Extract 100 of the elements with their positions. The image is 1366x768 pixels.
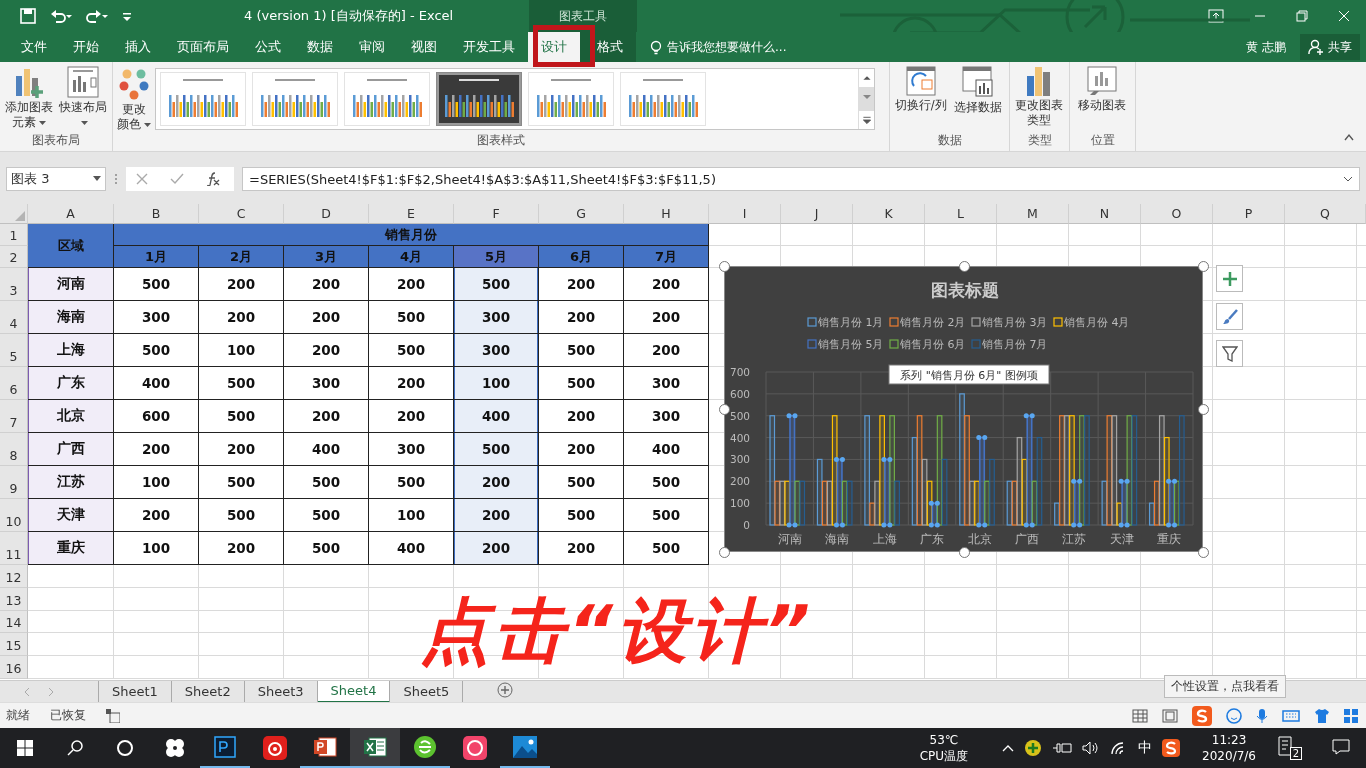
bar[interactable] xyxy=(964,415,970,526)
microphone-icon[interactable] xyxy=(1256,707,1268,724)
share-button[interactable]: 共享 xyxy=(1300,34,1360,60)
series-selection-handles[interactable] xyxy=(786,413,1178,528)
resize-handle[interactable] xyxy=(1198,404,1209,415)
bar[interactable] xyxy=(959,393,965,526)
ribbon-tab[interactable]: 页面布局 xyxy=(164,32,242,62)
redo-icon[interactable] xyxy=(86,8,108,24)
show-hidden-icons-icon[interactable] xyxy=(1002,744,1015,752)
bar[interactable] xyxy=(921,458,928,526)
ribbon-tab[interactable]: 公式 xyxy=(242,32,294,62)
ribbon-tab[interactable]: 设计 xyxy=(528,32,580,62)
resize-handle[interactable] xyxy=(719,547,730,558)
input-method-indicator[interactable]: 中 xyxy=(1138,739,1153,757)
ribbon-tab[interactable]: 文件 xyxy=(8,32,60,62)
cancel-icon[interactable] xyxy=(136,173,148,185)
bar[interactable] xyxy=(1106,415,1113,526)
function-icon[interactable] xyxy=(206,172,220,186)
restore-icon[interactable] xyxy=(1296,10,1308,22)
bar[interactable] xyxy=(1126,415,1133,526)
ribbon-tab[interactable]: 开始 xyxy=(60,32,112,62)
add-chart-element-button[interactable]: 添加图表元素 xyxy=(4,66,55,130)
bar[interactable] xyxy=(774,480,781,526)
bar[interactable] xyxy=(1059,415,1065,526)
change-colors-button[interactable]: 更改颜色 xyxy=(117,66,151,132)
bar[interactable] xyxy=(836,458,843,526)
bar[interactable] xyxy=(794,480,801,526)
legend-entry[interactable]: 销售月份 1月 xyxy=(807,316,884,329)
ribbon-tab[interactable]: 开发工具 xyxy=(450,32,528,62)
resize-handle[interactable] xyxy=(958,547,970,558)
legend-entry[interactable]: 销售月份 6月 xyxy=(889,338,966,351)
bar[interactable] xyxy=(1073,480,1080,526)
bar[interactable] xyxy=(911,436,918,526)
bar[interactable] xyxy=(779,480,786,526)
bar[interactable] xyxy=(941,458,948,526)
volume-icon[interactable] xyxy=(1082,741,1101,755)
bar[interactable] xyxy=(1036,436,1043,526)
ribbon-tab[interactable]: 视图 xyxy=(398,32,450,62)
chart-filters-button[interactable] xyxy=(1216,340,1243,367)
bar[interactable] xyxy=(1153,480,1160,526)
chart-styles-button[interactable] xyxy=(1216,303,1243,330)
bar[interactable] xyxy=(821,480,828,526)
legend-entry[interactable]: 销售月份 4月 xyxy=(1053,316,1130,329)
add-sheet-icon[interactable] xyxy=(497,681,514,698)
taskbar-app[interactable] xyxy=(350,728,400,768)
name-box[interactable]: 图表 3 xyxy=(6,167,106,191)
bar[interactable] xyxy=(874,480,880,526)
bar[interactable] xyxy=(1121,480,1128,526)
bar[interactable] xyxy=(936,415,943,526)
bar[interactable] xyxy=(1148,502,1155,526)
sheet-tab[interactable]: Sheet4 xyxy=(317,680,391,703)
ribbon-tab[interactable]: 数据 xyxy=(294,32,346,62)
macro-record-icon[interactable] xyxy=(106,708,120,723)
resize-handle[interactable] xyxy=(958,261,970,272)
normal-view-icon[interactable] xyxy=(1132,708,1148,723)
bar[interactable] xyxy=(984,480,990,526)
shirt-icon[interactable] xyxy=(1314,707,1330,724)
bar[interactable] xyxy=(884,458,891,526)
formula-field[interactable]: =SERIES(Sheet4!$F$1:$F$2,Sheet4!$A$3:$A$11,Sheet4!$F$3:$F$11,5) xyxy=(242,167,1360,191)
tell-me-field[interactable]: 告诉我您想要做什么... xyxy=(667,38,787,56)
change-chart-type-button[interactable]: 更改图表类型 xyxy=(1014,66,1064,128)
page-layout-icon[interactable] xyxy=(1162,708,1178,723)
bar[interactable] xyxy=(1079,415,1085,526)
bar[interactable] xyxy=(1168,480,1175,526)
bar[interactable] xyxy=(1101,480,1108,526)
legend-entry[interactable]: 销售月份 3月 xyxy=(971,316,1048,329)
resize-handle[interactable] xyxy=(1198,261,1209,272)
ribbon-tab[interactable]: 审阅 xyxy=(346,32,398,62)
bar[interactable] xyxy=(1011,480,1018,526)
bar[interactable] xyxy=(864,415,870,526)
quick-layout-button[interactable]: 快速布局 xyxy=(58,66,108,130)
bar[interactable] xyxy=(869,502,875,526)
resize-handle[interactable] xyxy=(719,261,730,272)
legend-entry[interactable]: 销售月份 7月 xyxy=(971,338,1048,351)
bar[interactable] xyxy=(1026,414,1033,526)
bar[interactable] xyxy=(916,415,923,526)
bar[interactable] xyxy=(1016,436,1023,526)
bar[interactable] xyxy=(1111,415,1118,526)
bar[interactable] xyxy=(841,480,848,526)
select-data-button[interactable]: 选择数据 xyxy=(951,66,1005,115)
chart[interactable]: 图表标题 销售月份 1月 销售月份 2月 销售月份 3月 销售月份 4月 销售月份 5月 销售月份 6月 销售月份 7月 0 100 200 300 400 500 600 700 河南 海南 上海 广东 北京 广西 江苏 天津 重庆 系列 "销售月份 6月" 图例项 xyxy=(724,266,1203,552)
bar[interactable] xyxy=(1158,415,1165,526)
customize-icon[interactable] xyxy=(122,10,132,22)
bar[interactable] xyxy=(1054,502,1060,526)
resize-handle[interactable] xyxy=(719,404,730,415)
power-plug-icon[interactable] xyxy=(1052,741,1073,755)
security-app-icon[interactable] xyxy=(1024,739,1043,757)
legend-entry[interactable]: 销售月份 5月 xyxy=(807,338,884,351)
bar[interactable] xyxy=(979,436,986,526)
ribbon-tab[interactable]: 插入 xyxy=(112,32,164,62)
bar[interactable] xyxy=(1006,480,1013,526)
ribbon-display-icon[interactable] xyxy=(1208,9,1224,23)
move-chart-button[interactable]: 移动图表 xyxy=(1074,66,1130,113)
collapse-ribbon-icon[interactable] xyxy=(1344,133,1354,141)
save-icon[interactable] xyxy=(20,8,36,24)
legend-entry[interactable]: 销售月份 2月 xyxy=(889,316,966,329)
bar[interactable] xyxy=(826,480,833,526)
bar[interactable] xyxy=(1064,415,1070,526)
lightbulb-icon[interactable] xyxy=(650,39,662,55)
undo-icon[interactable] xyxy=(50,8,72,24)
